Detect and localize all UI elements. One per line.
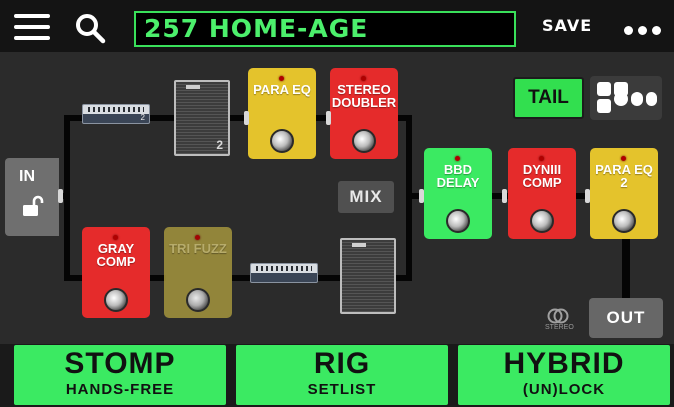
pedal-gray-comp[interactable]: GRAY COMP xyxy=(82,227,150,318)
input-jack xyxy=(58,189,63,203)
footswitch-icon[interactable] xyxy=(352,129,376,153)
pedal-jack xyxy=(502,189,507,203)
pedal-led xyxy=(455,156,460,161)
pedal-jack xyxy=(585,189,590,203)
stomp-mode-button[interactable]: STOMP HANDS-FREE xyxy=(14,345,226,405)
rig-mode-title: RIG xyxy=(313,347,371,380)
footswitch-icon[interactable] xyxy=(270,129,294,153)
rig-mode-button[interactable]: RIG SETLIST xyxy=(236,345,448,405)
stereo-label: STEREO xyxy=(545,324,574,331)
footswitch-icon[interactable] xyxy=(186,288,210,312)
cab-block[interactable] xyxy=(340,238,396,314)
amp-head-knobs xyxy=(256,266,312,271)
pedal-label: DYNIII COMP xyxy=(522,162,562,190)
search-icon[interactable] xyxy=(74,12,106,44)
pedal-bbd-delay[interactable]: BBD DELAY xyxy=(424,148,492,239)
pedal-stereo-doubler[interactable]: STEREO DOUBLER xyxy=(330,68,398,159)
signal-wire xyxy=(622,238,630,300)
signal-wire xyxy=(64,275,84,281)
pedal-jack xyxy=(244,111,249,125)
pedal-jack xyxy=(326,111,331,125)
footswitch-icon[interactable] xyxy=(104,288,128,312)
rig-mode-subtitle: SETLIST xyxy=(307,381,377,398)
input-label: IN xyxy=(19,168,35,185)
unlock-icon[interactable] xyxy=(20,194,44,218)
amp-head-number: 2 xyxy=(140,113,145,122)
pedal-label: TRI FUZZ xyxy=(169,241,227,256)
footswitch-icon[interactable] xyxy=(612,209,636,233)
output-block[interactable]: OUT xyxy=(589,298,663,338)
cab-logo xyxy=(186,85,200,89)
pedal-led xyxy=(195,235,200,240)
stomp-mode-subtitle: HANDS-FREE xyxy=(65,381,175,398)
input-block[interactable]: IN xyxy=(5,158,59,236)
tail-button[interactable]: TAIL xyxy=(513,77,584,119)
amp-head-block[interactable] xyxy=(250,263,318,283)
hybrid-mode-subtitle: (UN)LOCK xyxy=(522,381,606,398)
signal-wire xyxy=(64,115,70,281)
cab-block[interactable]: 2 xyxy=(174,80,230,156)
pedal-label: BBD DELAY xyxy=(436,162,480,190)
cab-number: 2 xyxy=(216,138,223,152)
pedal-tri-fuzz[interactable]: TRI FUZZ xyxy=(164,227,232,318)
pedal-label: PARA EQ xyxy=(253,82,311,97)
footswitch-icon[interactable] xyxy=(530,209,554,233)
stomp-mode-title: STOMP xyxy=(64,347,176,380)
footswitch-icon[interactable] xyxy=(446,209,470,233)
amp-head-knobs xyxy=(88,107,144,112)
pedal-led xyxy=(621,156,626,161)
amp-head-block[interactable]: 2 xyxy=(82,104,150,124)
pedal-para-eq[interactable]: PARA EQ xyxy=(248,68,316,159)
hybrid-mode-title: HYBRID xyxy=(503,347,625,380)
block-grid-icon[interactable] xyxy=(590,76,662,120)
mix-button[interactable]: MIX xyxy=(338,181,394,213)
preset-name-field[interactable]: 257 HOME-AGE xyxy=(134,11,516,47)
pedal-led xyxy=(361,76,366,81)
top-bar: 257 HOME-AGE SAVE xyxy=(0,0,674,52)
pedal-label: PARA EQ 2 xyxy=(595,162,653,190)
hybrid-mode-button[interactable]: HYBRID (UN)LOCK xyxy=(458,345,670,405)
pedal-led xyxy=(113,235,118,240)
save-button[interactable]: SAVE xyxy=(542,14,592,38)
pedal-label: STEREO DOUBLER xyxy=(331,82,397,110)
hamburger-menu-icon[interactable] xyxy=(14,14,50,40)
pedal-led xyxy=(279,76,284,81)
pedal-jack xyxy=(419,189,424,203)
pedal-para-eq-2[interactable]: PARA EQ 2 xyxy=(590,148,658,239)
pedal-dyniii-comp[interactable]: DYNIII COMP xyxy=(508,148,576,239)
pedal-label: GRAY COMP xyxy=(96,241,136,269)
cab-logo xyxy=(352,243,366,247)
pedal-led xyxy=(539,156,544,161)
